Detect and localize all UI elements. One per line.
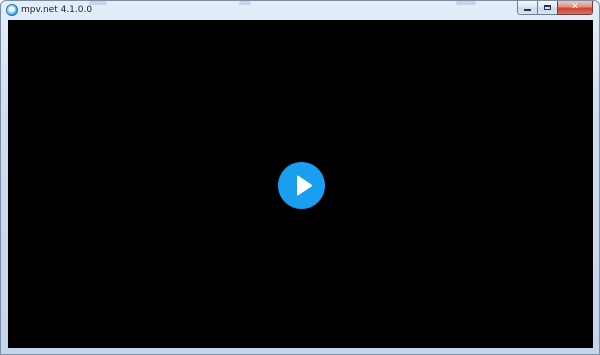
window-controls: ✕: [517, 1, 593, 15]
video-area[interactable]: [8, 20, 593, 348]
title-bar-reflection: [239, 1, 251, 5]
close-button[interactable]: ✕: [557, 1, 593, 15]
play-button[interactable]: [278, 162, 325, 209]
minimize-button[interactable]: [517, 1, 537, 15]
minimize-icon: [524, 9, 531, 11]
maximize-button[interactable]: [537, 1, 557, 15]
mpv-window: mpv.net 4.1.0.0 ✕: [0, 0, 600, 355]
title-bar[interactable]: mpv.net 4.1.0.0 ✕: [1, 1, 599, 19]
title-bar-reflection: [456, 1, 476, 5]
window-title: mpv.net 4.1.0.0: [21, 5, 93, 15]
maximize-icon: [544, 5, 551, 10]
close-icon: ✕: [571, 2, 579, 12]
play-icon: [297, 175, 312, 196]
title-bar-reflection: [89, 1, 107, 5]
mpv-app-icon[interactable]: [6, 4, 18, 16]
